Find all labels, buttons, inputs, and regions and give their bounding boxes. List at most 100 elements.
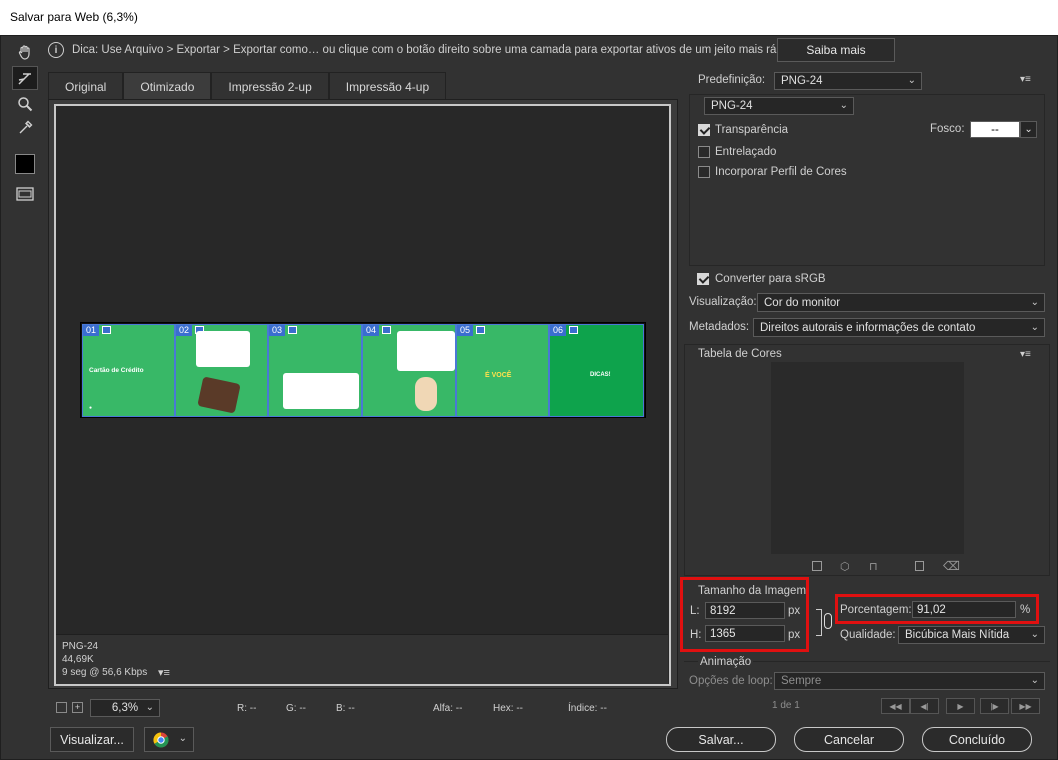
eyedropper-tool-icon[interactable] [12,116,38,140]
toggle-slices-icon[interactable] [12,182,38,206]
image-canvas[interactable]: 01 Cartão de Crédito ● 02 03 04 05 É VOC… [80,322,646,418]
quality-label: Qualidade: [840,629,896,641]
tab-4-up[interactable]: Impressão 4-up [328,72,447,100]
loop-select[interactable]: Sempre ⌄ [774,672,1045,690]
chevron-down-icon: ⌄ [178,733,187,744]
cube-icon[interactable]: ⬡ [840,560,850,573]
animation-title: Animação [698,656,754,668]
height-input[interactable]: 1365 [705,625,785,642]
slice-01[interactable]: 01 Cartão de Crédito ● [82,324,175,417]
chevron-down-icon: ⌄ [839,99,848,111]
view-tabs: Original Otimizado Impressão 2-up Impres… [48,72,447,100]
optimize-menu-icon[interactable]: ▾≡ [1020,74,1031,85]
status-g: G: -- [286,703,306,714]
eyedropper-color-swatch[interactable] [12,152,38,176]
chevron-down-icon: ⌄ [1024,124,1033,135]
tab-2-up[interactable]: Impressão 2-up [211,72,329,100]
slice-number: 06 [550,325,567,336]
slice-02[interactable]: 02 [175,324,268,417]
status-hex: Hex: -- [493,703,523,714]
slice-select-tool-icon[interactable] [12,66,38,90]
width-input[interactable]: 8192 [705,602,785,619]
zoom-in-icon[interactable]: + [72,702,83,713]
preview-mode-select[interactable]: Cor do monitor ⌄ [757,293,1045,312]
height-label: H: [690,629,702,641]
status-r: R: -- [237,703,257,714]
trash-icon[interactable]: ⌫ [943,559,960,573]
previous-frame-icon[interactable]: ◀| [910,698,939,714]
preset-select[interactable]: PNG-24 ⌄ [774,72,922,90]
color-table-title: Tabela de Cores [698,348,782,360]
tool-column [10,36,40,216]
width-label: L: [690,605,700,617]
slice-logo: ● [89,405,93,411]
slice-number: 01 [83,325,100,336]
preview-mode-value: Cor do monitor [764,296,841,309]
hint-text: Dica: Use Arquivo > Exportar > Exportar … [72,44,799,56]
percent-unit: % [1020,604,1031,616]
window-titlebar: Salvar para Web (6,3%) [0,0,1058,35]
tab-optimized[interactable]: Otimizado [123,72,212,100]
embed-profile-checkbox[interactable] [698,166,710,178]
color-table-menu-icon[interactable]: ▾≡ [1020,349,1031,360]
convert-srgb-checkbox[interactable] [697,273,709,285]
slice-06[interactable]: 06 DICAS! [549,324,644,417]
slice-image-icon [382,326,391,334]
slice-number: 03 [269,325,286,336]
status-alpha: Alfa: -- [433,703,463,714]
cancel-button[interactable]: Cancelar [794,727,904,752]
hint-bar: i Dica: Use Arquivo > Exportar > Exporta… [48,36,798,64]
browser-select[interactable]: ⌄ [144,727,194,752]
first-frame-icon[interactable]: ◀◀ [881,698,910,714]
preset-value: PNG-24 [781,75,823,87]
slice-number: 02 [176,325,193,336]
color-table-grid[interactable] [771,362,964,554]
zoom-select[interactable]: 6,3% ⌄ [90,699,160,717]
slice-image-icon [288,326,297,334]
metadata-value: Direitos autorais e informações de conta… [760,321,976,334]
preview-browser-button[interactable]: Visualizar... [50,727,134,752]
zoom-tool-icon[interactable] [12,92,38,116]
window-title: Salvar para Web (6,3%) [10,10,138,24]
zoom-out-icon[interactable] [56,702,67,713]
play-icon[interactable]: ▶ [946,698,975,714]
interlaced-checkbox[interactable] [698,146,710,158]
slice-number: 05 [457,325,474,336]
loop-label: Opções de loop: [689,675,773,687]
metadata-select[interactable]: Direitos autorais e informações de conta… [753,318,1045,337]
quality-select[interactable]: Bicúbica Mais Nítida ⌄ [898,626,1045,644]
zoom-value: 6,3% [111,702,139,714]
slice-04[interactable]: 04 [362,324,456,417]
embed-profile-label: Incorporar Perfil de Cores [715,166,847,178]
hand-tool-icon[interactable] [12,40,38,64]
matte-dropdown[interactable]: ⌄ [1020,121,1037,138]
slice-card [397,331,455,371]
transparency-map-icon[interactable] [812,561,822,571]
settings-panel [689,94,1045,266]
preview-size: 44,69K [62,654,94,665]
slice-03[interactable]: 03 [268,324,362,417]
transparency-checkbox[interactable] [698,124,710,136]
preview-info: PNG-24 44,69K 9 seg @ 56,6 Kbps ▾≡ [56,634,668,684]
tab-original[interactable]: Original [48,72,124,100]
learn-more-button[interactable]: Saiba mais [777,38,895,62]
slice-05[interactable]: 05 É VOCÊ [456,324,549,417]
done-button[interactable]: Concluído [922,727,1032,752]
quality-value: Bicúbica Mais Nítida [905,629,1010,641]
preview-speed: 9 seg @ 56,6 Kbps [62,667,148,678]
last-frame-icon[interactable]: ▶▶ [1011,698,1040,714]
preview-mode-label: Visualização: [689,296,757,308]
preview-format: PNG-24 [62,641,99,652]
save-button[interactable]: Salvar... [666,727,776,752]
matte-color-swatch[interactable]: -- [970,121,1020,138]
slice-card [196,331,250,367]
lock-icon[interactable]: ⊓ [869,560,878,573]
link-chain-icon[interactable] [824,613,832,629]
next-frame-icon[interactable]: |▶ [980,698,1009,714]
speed-menu-icon[interactable]: ▾≡ [158,666,170,679]
format-select[interactable]: PNG-24 ⌄ [704,97,854,115]
new-color-icon[interactable] [915,561,924,571]
percent-input[interactable]: 91,02 [912,601,1016,618]
convert-srgb-label: Converter para sRGB [715,273,826,285]
slice-card [283,373,359,409]
